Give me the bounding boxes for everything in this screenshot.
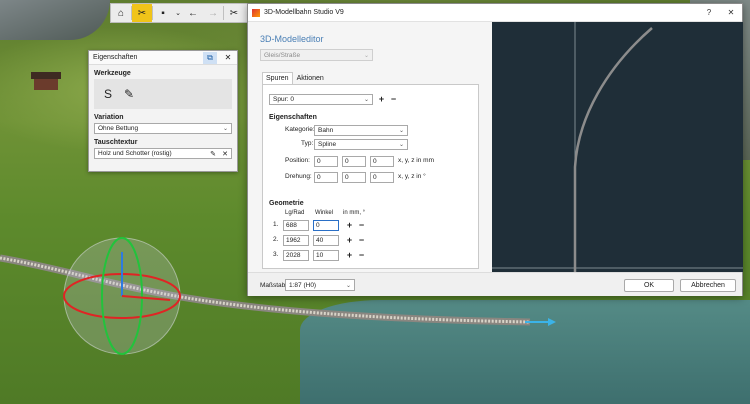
tools-icon[interactable]: ✂ xyxy=(132,4,152,22)
tools-heading: Werkzeuge xyxy=(94,70,131,77)
spline-tool-icon[interactable]: S xyxy=(104,87,112,101)
rotation-unit: x, y, z in ° xyxy=(398,173,426,180)
remove-track-button[interactable]: − xyxy=(389,94,398,104)
properties-header: Eigenschaften ⧉ ✕ xyxy=(89,51,237,65)
kategorie-value: Bahn xyxy=(318,127,334,134)
rotation-label: Drehung: xyxy=(285,173,312,180)
forward-arrow-icon[interactable]: → xyxy=(203,4,223,22)
geometry-row-index: 2. xyxy=(273,236,279,243)
model-editor-dialog: 3D-Modellbahn Studio V9 ? ✕ 3D-Modelledi… xyxy=(247,3,743,296)
spline-curve xyxy=(573,27,653,272)
tools-section: Werkzeuge S ✎ xyxy=(89,65,237,111)
geometry-length-input[interactable]: 1962 xyxy=(283,235,309,246)
geometry-row-index: 1. xyxy=(273,221,279,228)
main-toolbar: ⌂ ✂ ▪ ⌄ ← → ✂ xyxy=(110,3,250,23)
track-select[interactable]: Spur: 0 ⌄ xyxy=(269,94,373,105)
back-arrow-icon[interactable]: ← xyxy=(183,4,203,22)
home-icon[interactable]: ⌂ xyxy=(111,4,131,22)
window-title: 3D-Modellbahn Studio V9 xyxy=(264,9,344,16)
position-z-input[interactable]: 0 xyxy=(370,156,394,167)
pencil-tool-icon[interactable]: ✎ xyxy=(124,87,134,101)
chevron-down-icon: ⌄ xyxy=(363,97,369,103)
kategorie-label: Kategorie: xyxy=(285,126,315,133)
typ-value: Spline xyxy=(318,141,337,148)
chevron-down-icon: ⌄ xyxy=(222,126,228,132)
chevron-down-icon: ⌄ xyxy=(363,52,369,59)
rotation-x-input[interactable]: 0 xyxy=(314,172,338,183)
position-y-input[interactable]: 0 xyxy=(342,156,366,167)
popout-icon[interactable]: ⧉ xyxy=(203,51,217,64)
geometry-col-length: Lg/Rad xyxy=(285,210,305,216)
chevron-down-icon: ⌄ xyxy=(398,142,404,148)
geometry-angle-input[interactable]: 10 xyxy=(313,250,339,261)
geometry-angle-input[interactable]: 0 xyxy=(313,220,339,231)
geometry-add-button[interactable]: + xyxy=(345,220,354,230)
dialog-titlebar: 3D-Modellbahn Studio V9 ? ✕ xyxy=(248,4,742,22)
geometry-remove-button[interactable]: − xyxy=(357,235,366,245)
close-window-icon[interactable]: ✕ xyxy=(720,4,742,22)
chevron-down-icon[interactable]: ⌄ xyxy=(173,4,183,22)
category-select: Gleis/Straße ⌄ xyxy=(260,49,373,61)
typ-label: Typ: xyxy=(301,140,314,147)
position-label: Position: xyxy=(285,157,310,164)
track-end-arrowhead xyxy=(548,318,556,326)
spline-preview-pane[interactable] xyxy=(492,22,743,272)
cancel-button[interactable]: Abbrechen xyxy=(680,279,736,292)
dialog-footer: Maßstab: 1:87 (H0) ⌄ OK Abbrechen xyxy=(248,272,742,296)
ok-button[interactable]: OK xyxy=(624,279,674,292)
chevron-down-icon: ⌄ xyxy=(345,282,351,289)
geometry-length-input[interactable]: 2028 xyxy=(283,250,309,261)
editor-left-pane: 3D-Modelleditor Gleis/Straße ⌄ Spuren Ak… xyxy=(248,22,492,272)
geometry-angle-input[interactable]: 40 xyxy=(313,235,339,246)
close-icon[interactable]: ✕ xyxy=(221,52,235,64)
texture-value: Holz und Schotter (rostig) xyxy=(98,150,172,157)
scissors-icon[interactable]: ✂ xyxy=(224,4,244,22)
typ-select[interactable]: Spline ⌄ xyxy=(314,139,408,150)
scale-value: 1:87 (H0) xyxy=(289,281,317,289)
category-select-value: Gleis/Straße xyxy=(264,51,301,59)
position-x-input[interactable]: 0 xyxy=(314,156,338,167)
scale-select[interactable]: 1:87 (H0) ⌄ xyxy=(285,279,355,291)
geometry-col-angle: Winkel xyxy=(315,210,334,216)
properties-title: Eigenschaften xyxy=(93,54,138,61)
texture-section: Tauschtextur Holz und Schotter (rostig) … xyxy=(89,139,237,161)
geometry-col-unit: in mm, ° xyxy=(343,210,366,216)
help-button[interactable]: ? xyxy=(698,4,720,22)
scale-label: Maßstab: xyxy=(260,282,288,289)
geometry-remove-button[interactable]: − xyxy=(357,220,366,230)
geometry-heading: Geometrie xyxy=(269,200,304,207)
kategorie-select[interactable]: Bahn ⌄ xyxy=(314,125,408,136)
geometry-length-input[interactable]: 688 xyxy=(283,220,309,231)
save-icon[interactable]: ▪ xyxy=(153,4,173,22)
tools-box: S ✎ xyxy=(94,79,232,109)
geometry-row-index: 3. xyxy=(273,251,279,258)
properties-heading: Eigenschaften xyxy=(269,114,317,121)
rotation-y-input[interactable]: 0 xyxy=(342,172,366,183)
geometry-add-button[interactable]: + xyxy=(345,235,354,245)
remove-x-icon[interactable]: ✕ xyxy=(219,150,231,158)
variation-value: Ohne Bettung xyxy=(98,125,139,132)
variation-select[interactable]: Ohne Bettung ⌄ xyxy=(94,123,232,134)
variation-heading: Variation xyxy=(94,114,124,121)
rotation-z-input[interactable]: 0 xyxy=(370,172,394,183)
chevron-down-icon: ⌄ xyxy=(398,128,404,134)
geometry-remove-button[interactable]: − xyxy=(357,250,366,260)
spline-preview xyxy=(492,22,743,272)
app-logo-icon xyxy=(252,8,260,17)
edit-pencil-icon[interactable]: ✎ xyxy=(207,150,219,158)
geometry-add-button[interactable]: + xyxy=(345,250,354,260)
variation-section: Variation Ohne Bettung ⌄ xyxy=(89,114,237,136)
add-track-button[interactable]: + xyxy=(377,94,386,104)
texture-row[interactable]: Holz und Schotter (rostig) ✎ ✕ xyxy=(94,148,232,159)
track-select-value: Spur: 0 xyxy=(273,96,294,103)
texture-heading: Tauschtextur xyxy=(94,139,138,146)
position-unit: x, y, z in mm xyxy=(398,157,434,164)
editor-title: 3D-Modelleditor xyxy=(260,34,324,44)
properties-panel: Eigenschaften ⧉ ✕ Werkzeuge S ✎ Variatio… xyxy=(88,50,238,172)
spuren-panel: Spur: 0 ⌄ + − Eigenschaften Kategorie: B… xyxy=(262,84,479,269)
